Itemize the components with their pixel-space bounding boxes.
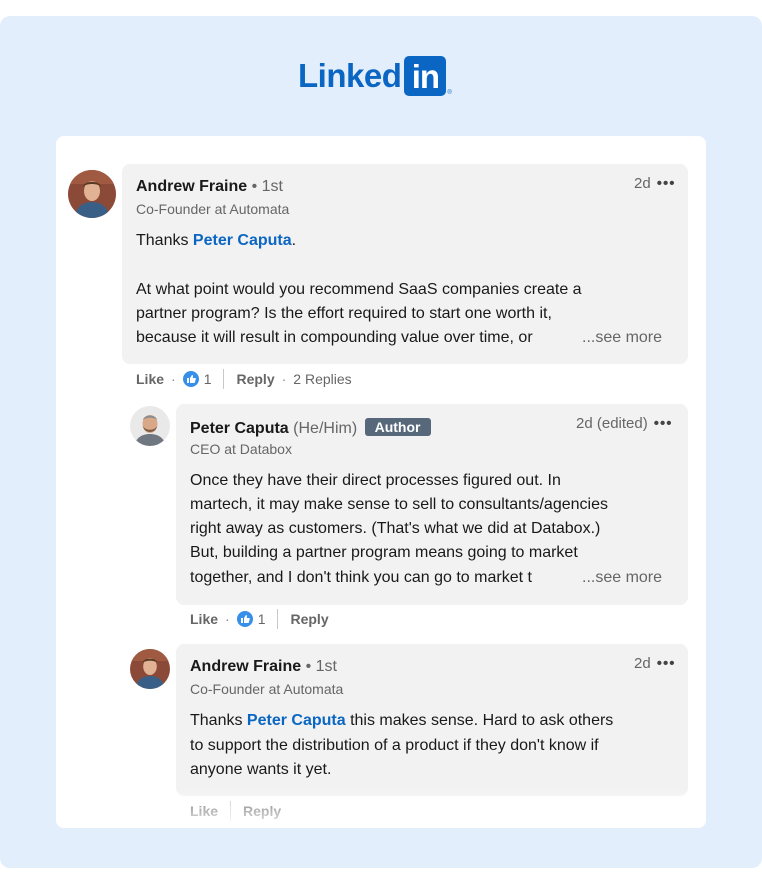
like-reaction-icon[interactable] — [236, 611, 253, 627]
comment-text-line: partner program? Is the effort required … — [136, 305, 552, 322]
comment-timestamp: 2d (edited) — [576, 415, 648, 432]
comment-text-line: Thanks Peter Caputa this makes sense. Ha… — [190, 709, 613, 733]
reaction-count[interactable]: 1 — [204, 371, 212, 387]
comment-actions: Like · 1 Reply · 2 Replies — [136, 369, 352, 389]
author-name[interactable]: Andrew Fraine — [190, 658, 301, 675]
comment-text-line: Once they have their direct processes fi… — [190, 472, 561, 489]
more-options-icon[interactable]: ••• — [654, 415, 673, 432]
like-button[interactable]: Like — [190, 803, 218, 819]
comment-text-line: Thanks Peter Caputa. — [136, 229, 296, 253]
divider — [223, 369, 225, 389]
more-options-icon[interactable]: ••• — [657, 175, 676, 192]
reply-button[interactable]: Reply — [236, 371, 274, 387]
reply-button[interactable]: Reply — [290, 611, 328, 627]
author-headline: Co-Founder at Automata — [190, 681, 344, 697]
author-headline: Co-Founder at Automata — [136, 201, 290, 217]
comment-text-line: At what point would you recommend SaaS c… — [136, 281, 582, 298]
comment-text-line: together, and I don't think you can go t… — [190, 569, 532, 586]
comment-meta: 2d ••• — [634, 175, 675, 192]
comment-author-line: Peter Caputa (He/Him) Author — [190, 418, 431, 438]
reaction-count[interactable]: 1 — [258, 611, 266, 627]
reply-button[interactable]: Reply — [243, 803, 281, 819]
avatar-andrew-fraine[interactable] — [68, 170, 116, 218]
comment-timestamp: 2d — [634, 655, 651, 672]
text-segment: Thanks — [136, 232, 193, 249]
mention-link[interactable]: Peter Caputa — [247, 712, 346, 729]
connection-degree: • 1st — [305, 658, 337, 675]
comment-text-line: martech, it may make sense to sell to co… — [190, 496, 608, 513]
text-segment: Thanks — [190, 712, 247, 729]
comment-author-line: Andrew Fraine • 1st — [190, 658, 337, 676]
separator-dot: · — [171, 371, 176, 387]
divider — [277, 609, 279, 629]
text-segment: . — [291, 232, 297, 249]
comment-text-line: But, building a partner program means go… — [190, 544, 578, 561]
comments-card: Andrew Fraine • 1st Co-Founder at Automa… — [56, 136, 706, 828]
author-name[interactable]: Andrew Fraine — [136, 178, 247, 195]
text-segment: this makes sense. Hard to ask others — [345, 712, 614, 729]
comment-timestamp: 2d — [634, 175, 651, 192]
mention-link[interactable]: Peter Caputa — [193, 232, 292, 249]
comment-meta: 2d ••• — [634, 655, 675, 672]
comment-text-line: because it will result in compounding va… — [136, 329, 533, 346]
comment-actions: Like · 1 Reply — [190, 609, 329, 629]
comment-text-line: anyone wants it yet. — [190, 761, 332, 778]
comment-author-line: Andrew Fraine • 1st — [136, 178, 283, 196]
logo-wordmark: Linked — [298, 57, 402, 94]
separator-dot: · — [281, 371, 287, 387]
connection-degree: • 1st — [251, 178, 283, 195]
see-more-link[interactable]: ...see more — [578, 566, 663, 590]
like-button[interactable]: Like — [190, 611, 218, 627]
comment-text-line: to support the distribution of a product… — [190, 737, 599, 754]
more-options-icon[interactable]: ••• — [657, 655, 676, 672]
see-more-link[interactable]: ...see more — [578, 326, 663, 350]
avatar-peter-caputa[interactable] — [130, 406, 170, 446]
comment-meta: 2d (edited) ••• — [576, 415, 672, 432]
comment-text-line: right away as customers. (That's what we… — [190, 520, 601, 537]
linkedin-logo: Linked in ® — [298, 56, 452, 96]
avatar-andrew-fraine[interactable] — [130, 649, 170, 689]
logo-registered-mark: ® — [447, 90, 452, 96]
author-pronouns: (He/Him) — [293, 420, 358, 437]
like-reaction-icon[interactable] — [182, 371, 199, 387]
comment-actions: Like Reply — [190, 801, 281, 821]
author-headline: CEO at Databox — [190, 441, 292, 457]
divider — [230, 801, 232, 821]
separator-dot: · — [225, 611, 230, 627]
author-name[interactable]: Peter Caputa — [190, 420, 289, 437]
replies-count-link[interactable]: 2 Replies — [293, 371, 351, 387]
author-badge: Author — [364, 418, 431, 436]
like-button[interactable]: Like — [136, 371, 164, 387]
logo-in-box: in — [404, 56, 447, 96]
